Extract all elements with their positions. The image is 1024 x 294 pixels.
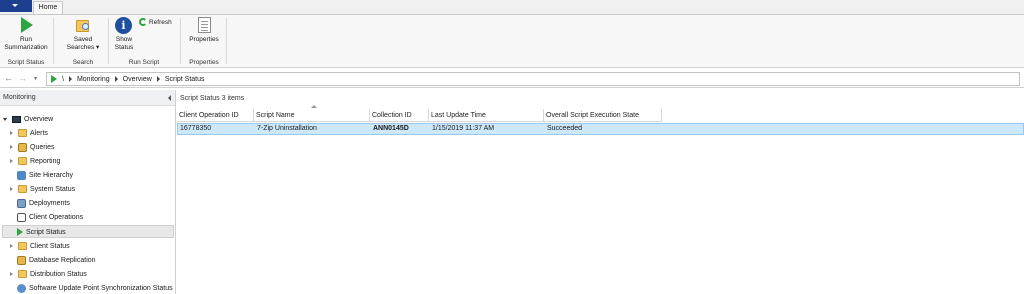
sort-ascending-icon: [311, 105, 317, 108]
address-bar: ← → ▾ \ Monitoring Overview Script Statu…: [0, 70, 1024, 88]
column-header-collection-id[interactable]: Collection ID: [370, 109, 429, 122]
folder-icon: [18, 185, 27, 193]
tree-item-reporting[interactable]: Reporting: [10, 155, 60, 167]
folder-icon: [18, 157, 27, 165]
monitor-icon: [12, 115, 21, 123]
tree-item-queries[interactable]: Queries: [10, 141, 55, 153]
tree-item-system-status[interactable]: System Status: [10, 183, 75, 195]
group-separator: [53, 18, 54, 64]
chevron-right-icon[interactable]: [156, 76, 160, 82]
table-row[interactable]: 16778350 7-Zip Uninstallation ANN0145D 1…: [177, 123, 1024, 135]
nav-header: Monitoring: [0, 90, 175, 106]
chevron-right-icon[interactable]: [114, 76, 118, 82]
breadcrumb-root[interactable]: \: [62, 76, 64, 83]
cell-client-operation-id: 16778350: [180, 125, 212, 132]
cell-collection-id: ANN0145D: [373, 125, 409, 132]
folder-icon: [18, 129, 27, 137]
ribbon-tab-bar: Home: [0, 0, 1024, 14]
breadcrumb-script-status[interactable]: Script Status: [165, 76, 205, 83]
expand-toggle-icon[interactable]: [10, 244, 13, 248]
play-icon: [17, 228, 23, 236]
navigation-pane: Monitoring Overview Alerts Queries Repor…: [0, 90, 176, 294]
refresh-icon: [139, 18, 147, 26]
expand-toggle-icon[interactable]: [3, 117, 7, 121]
group-label-search: Search: [72, 59, 94, 66]
results-title: Script Status 3 items: [180, 95, 245, 102]
tab-home[interactable]: Home: [33, 1, 63, 14]
run-summarization-button[interactable]: Run Summarization: [4, 17, 48, 51]
tree-item-site-hierarchy[interactable]: Site Hierarchy: [17, 169, 73, 181]
expand-toggle-icon[interactable]: [10, 272, 13, 276]
properties-icon: [195, 17, 213, 35]
breadcrumb-monitoring[interactable]: Monitoring: [77, 76, 110, 83]
chevron-right-icon[interactable]: [68, 76, 72, 82]
cell-last-update-time: 1/15/2019 11:37 AM: [432, 125, 495, 132]
saved-searches-button[interactable]: Saved Searches ▾: [62, 17, 104, 51]
group-separator: [226, 18, 227, 64]
app-menu-button[interactable]: [0, 0, 32, 12]
folder-icon: [18, 270, 27, 278]
ribbon: Run Summarization Script Status Saved Se…: [0, 14, 1024, 68]
expand-toggle-icon[interactable]: [10, 145, 13, 149]
folder-icon: [18, 242, 27, 250]
breadcrumb-overview[interactable]: Overview: [123, 76, 152, 83]
expand-toggle-icon[interactable]: [10, 131, 13, 135]
tree-item-client-operations[interactable]: Client Operations: [17, 211, 83, 223]
column-header-client-operation-id[interactable]: Client Operation ID: [177, 109, 254, 122]
expand-toggle-icon[interactable]: [10, 159, 13, 163]
play-icon: [51, 75, 57, 83]
cell-execution-state: Succeeded: [547, 125, 583, 132]
collapse-pane-icon[interactable]: [168, 95, 171, 101]
console-window: Home Run Summarization Script Status Sav…: [0, 0, 1024, 294]
saved-searches-icon: [74, 17, 92, 35]
expand-toggle-icon[interactable]: [10, 187, 13, 191]
client-operations-icon: [17, 212, 26, 222]
tree-item-deployments[interactable]: Deployments: [17, 197, 70, 209]
refresh-button[interactable]: Refresh: [139, 18, 172, 26]
history-dropdown-icon[interactable]: ▾: [34, 75, 37, 82]
play-icon: [17, 17, 35, 35]
cell-script-name: 7-Zip Uninstallation: [257, 125, 317, 132]
breadcrumb[interactable]: \ Monitoring Overview Script Status: [46, 72, 1020, 86]
forward-arrow-icon[interactable]: →: [18, 73, 27, 83]
group-label-properties: Properties: [189, 59, 219, 66]
group-label-run-script: Run Script: [128, 59, 160, 66]
sync-icon: [17, 283, 26, 293]
tree-item-overview[interactable]: Overview: [3, 113, 53, 125]
tree-item-distribution-status[interactable]: Distribution Status: [10, 268, 87, 280]
tree-item-client-status[interactable]: Client Status: [10, 240, 70, 252]
hierarchy-icon: [17, 170, 26, 180]
group-separator: [108, 18, 109, 64]
back-arrow-icon[interactable]: ←: [4, 73, 13, 83]
grid-header: Client Operation ID Script Name Collecti…: [177, 109, 662, 122]
column-header-execution-state[interactable]: Overall Script Execution State: [544, 109, 662, 122]
deployments-icon: [17, 198, 26, 208]
results-pane: Script Status 3 items Client Operation I…: [177, 90, 1024, 294]
column-header-script-name[interactable]: Script Name: [254, 109, 370, 122]
queries-icon: [18, 142, 27, 152]
group-separator: [180, 18, 181, 64]
column-header-last-update-time[interactable]: Last Update Time: [429, 109, 544, 122]
tree-item-software-update-sync[interactable]: Software Update Point Synchronization St…: [17, 282, 173, 294]
tree-item-database-replication[interactable]: Database Replication: [17, 254, 96, 266]
group-label-script-status: Script Status: [7, 59, 45, 66]
chevron-down-icon: [12, 4, 18, 7]
properties-button[interactable]: Properties: [186, 17, 222, 44]
tree-item-alerts[interactable]: Alerts: [10, 127, 48, 139]
database-icon: [17, 255, 26, 265]
show-status-button[interactable]: i Show Status: [111, 17, 137, 51]
info-icon: i: [115, 17, 133, 35]
tree-item-script-status[interactable]: Script Status: [17, 226, 66, 238]
